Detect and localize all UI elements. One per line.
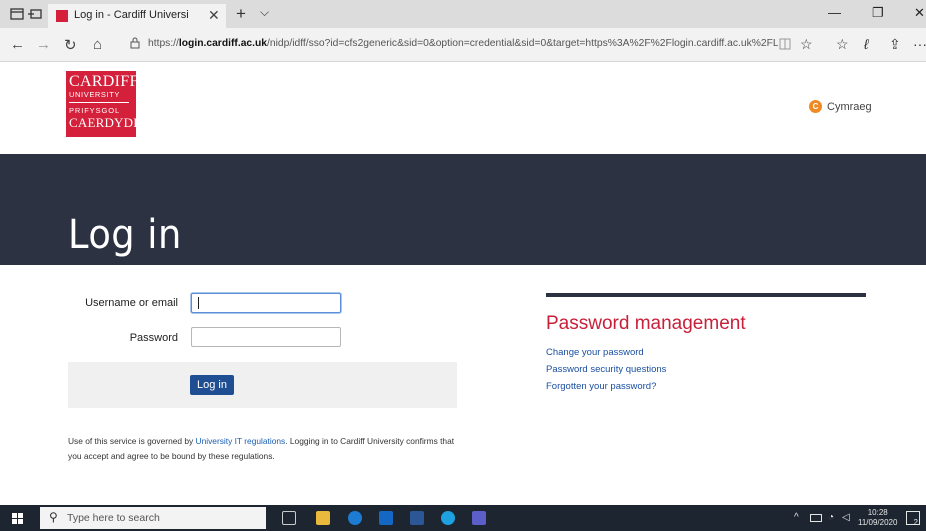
browser-tab-active[interactable]: Log in - Cardiff Universi ✕ [48,4,226,28]
tab-title: Log in - Cardiff Universi [74,9,189,21]
url-host: login.cardiff.ac.uk [178,38,268,49]
password-input[interactable] [191,327,341,347]
logo-divider [69,102,129,103]
page-title: Log in [68,212,182,258]
username-label: Username or email [85,297,178,309]
language-link[interactable]: Cymraeg [827,101,872,113]
browser-tab-strip: Log in - Cardiff Universi ✕ + ⌵ — ❐ ✕ [0,0,926,28]
volume-icon[interactable]: ◁ [842,512,850,523]
web-note-pen-icon[interactable]: ℓ [864,36,869,52]
new-tab-button[interactable]: + [236,4,246,24]
login-button[interactable]: Log in [190,375,234,395]
logo-line-caerdydd: CAERDYDD [69,115,136,130]
system-clock[interactable]: 10:28 11/09/2020 [858,508,897,528]
security-questions-link[interactable]: Password security questions [546,364,666,375]
minimize-button[interactable]: — [828,5,841,20]
it-regulations-link[interactable]: University IT regulations [196,436,286,446]
reading-view-icon[interactable] [779,38,791,50]
password-management-divider [546,293,866,297]
password-label: Password [129,332,178,344]
favorite-star-icon[interactable]: ☆ [800,36,813,53]
skype-icon[interactable] [441,511,455,525]
taskbar-search-box[interactable]: ⚲ Type here to search [40,507,266,529]
language-globe-icon: C [809,100,822,113]
refresh-icon[interactable]: ↻ [64,36,77,54]
forward-icon[interactable]: → [36,36,51,53]
file-explorer-icon[interactable] [316,511,330,525]
wifi-icon[interactable]: ◔ [828,512,834,523]
change-password-link[interactable]: Change your password [546,347,644,358]
lock-icon [130,37,140,49]
windows-start-icon[interactable] [12,513,23,524]
home-icon[interactable]: ⌂ [93,36,102,53]
url-path: /nidp/idff/sso?id=cfs2generic&sid=0&opti… [267,38,778,49]
share-icon[interactable]: ⇪ [889,36,901,53]
tab-close-icon[interactable]: ✕ [208,7,220,24]
tab-preview-chevron-icon[interactable]: ⌵ [260,5,269,20]
password-management-heading: Password management [546,313,746,334]
favorites-icon[interactable]: ☆ [836,36,849,53]
terms-notice: Use of this service is governed by Unive… [68,434,468,464]
language-switch[interactable]: C Cymraeg [809,100,872,113]
action-center-icon[interactable]: 2 [906,511,920,527]
more-icon[interactable]: ··· [913,36,926,52]
windows-taskbar: ⚲ Type here to search ^ ◔ ◁ 10:28 11/09/… [0,505,926,531]
close-window-button[interactable]: ✕ [914,5,925,21]
address-bar: ← → ↻ ⌂ https://login.cardiff.ac.uk/nidp… [0,28,926,62]
form-actions: Log in [68,362,457,408]
clock-date: 11/09/2020 [858,518,898,527]
url-prefix: https:// [148,38,179,49]
logo-line-prifysgol: PRIFYSGOL [69,106,121,115]
username-input[interactable] [191,293,341,313]
logo-line-university: UNIVERSITY [69,90,121,99]
word-icon[interactable] [410,511,424,525]
notification-count: 2 [913,518,918,527]
back-icon[interactable]: ← [10,36,25,53]
logo-line-cardiff: CARDIFF [69,73,136,90]
tab-actions-icon[interactable] [10,7,24,21]
search-icon: ⚲ [49,510,58,524]
hero-banner: Log in [0,154,926,265]
cardiff-university-logo[interactable]: CARDIFF UNIVERSITY PRIFYSGOL CAERDYDD [66,71,136,137]
forgotten-password-link[interactable]: Forgotten your password? [546,381,656,392]
clock-time: 10:28 [867,508,888,517]
battery-icon[interactable] [810,514,822,522]
cardiff-favicon-icon [56,10,68,22]
terms-prefix: Use of this service is governed by [68,436,196,446]
tray-overflow-icon[interactable]: ^ [794,512,799,523]
text-caret [198,297,199,309]
url-field[interactable]: https://login.cardiff.ac.uk/nidp/idff/ss… [148,38,778,49]
outlook-icon[interactable] [379,511,393,525]
taskbar-search-placeholder: Type here to search [67,512,160,524]
teams-icon[interactable] [472,511,486,525]
task-view-icon[interactable] [282,511,296,525]
restore-button[interactable]: ❐ [872,5,884,21]
edge-browser-icon[interactable] [348,511,362,525]
set-tabs-aside-icon[interactable] [28,7,42,21]
